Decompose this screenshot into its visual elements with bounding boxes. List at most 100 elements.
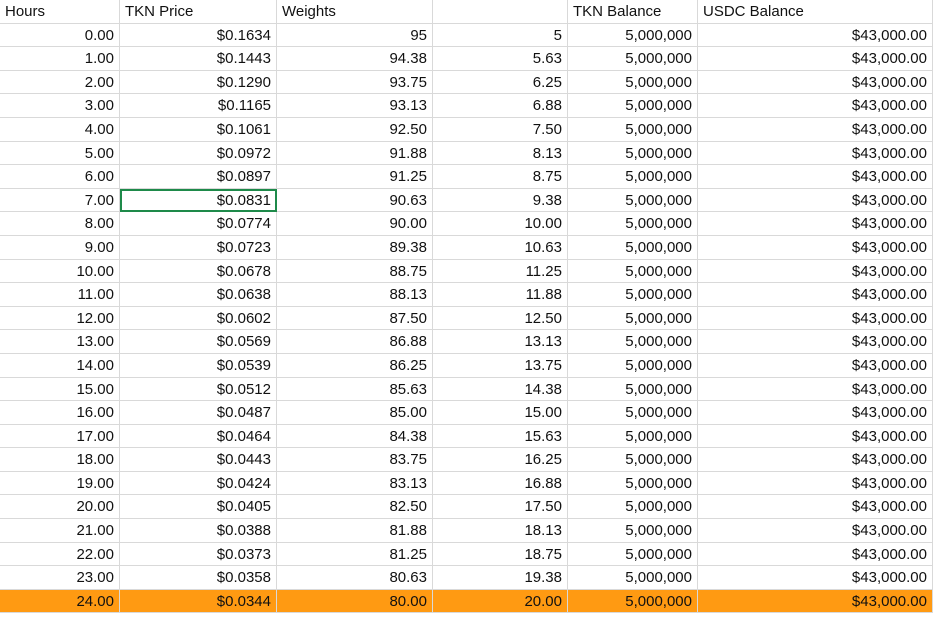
cell-weight-a[interactable]: 82.50: [277, 495, 433, 520]
cell-tkn-balance[interactable]: 5,000,000: [568, 471, 698, 496]
cell-weight-a[interactable]: 90.00: [277, 212, 433, 236]
cell-weight-b[interactable]: 12.50: [433, 306, 568, 331]
cell-weight-a[interactable]: 93.75: [277, 70, 433, 95]
cell-hours[interactable]: 23.00: [0, 566, 120, 590]
header-blank[interactable]: [433, 0, 568, 24]
cell-hours[interactable]: 18.00: [0, 448, 120, 472]
cell-hours[interactable]: 2.00: [0, 70, 120, 95]
cell-weight-a[interactable]: 85.63: [277, 377, 433, 402]
header-weights[interactable]: Weights: [277, 0, 433, 24]
cell-weight-a[interactable]: 92.50: [277, 117, 433, 142]
cell-hours[interactable]: 13.00: [0, 330, 120, 354]
cell-hours[interactable]: 20.00: [0, 495, 120, 520]
cell-weight-b[interactable]: 13.75: [433, 353, 568, 378]
cell-weight-a[interactable]: 94.38: [277, 47, 433, 71]
cell-weight-a[interactable]: 88.13: [277, 283, 433, 307]
cell-weight-a[interactable]: 91.88: [277, 141, 433, 166]
cell-hours-highlighted[interactable]: 24.00: [0, 589, 120, 614]
cell-weight-a[interactable]: 81.88: [277, 519, 433, 543]
cell-usdc-balance[interactable]: $43,000.00: [698, 448, 933, 472]
cell-weight-b[interactable]: 10.63: [433, 235, 568, 260]
cell-hours[interactable]: 3.00: [0, 94, 120, 118]
cell-usdc-balance[interactable]: $43,000.00: [698, 94, 933, 118]
cell-tkn-balance[interactable]: 5,000,000: [568, 165, 698, 189]
cell-tkn-balance[interactable]: 5,000,000: [568, 519, 698, 543]
cell-usdc-balance[interactable]: $43,000.00: [698, 165, 933, 189]
cell-tkn-price[interactable]: $0.0602: [120, 306, 277, 331]
cell-tkn-price[interactable]: $0.1165: [120, 94, 277, 118]
cell-tkn-price[interactable]: $0.0388: [120, 519, 277, 543]
cell-weight-b[interactable]: 9.38: [433, 188, 568, 213]
cell-weight-a[interactable]: 88.75: [277, 259, 433, 284]
cell-tkn-balance[interactable]: 5,000,000: [568, 23, 698, 48]
cell-tkn-price[interactable]: $0.0512: [120, 377, 277, 402]
cell-usdc-balance[interactable]: $43,000.00: [698, 377, 933, 402]
cell-weight-a[interactable]: 86.25: [277, 353, 433, 378]
cell-tkn-price[interactable]: $0.0638: [120, 283, 277, 307]
cell-tkn-balance[interactable]: 5,000,000: [568, 259, 698, 284]
cell-weight-a[interactable]: 90.63: [277, 188, 433, 213]
cell-weight-b[interactable]: 18.13: [433, 519, 568, 543]
cell-weight-b[interactable]: 17.50: [433, 495, 568, 520]
cell-weight-a[interactable]: 91.25: [277, 165, 433, 189]
cell-usdc-balance[interactable]: $43,000.00: [698, 235, 933, 260]
cell-hours[interactable]: 17.00: [0, 424, 120, 449]
cell-usdc-balance[interactable]: $43,000.00: [698, 47, 933, 71]
cell-usdc-balance[interactable]: $43,000.00: [698, 401, 933, 425]
cell-tkn-price[interactable]: $0.1061: [120, 117, 277, 142]
cell-hours[interactable]: 16.00: [0, 401, 120, 425]
cell-tkn-balance-highlighted[interactable]: 5,000,000: [568, 589, 698, 614]
cell-usdc-balance[interactable]: $43,000.00: [698, 212, 933, 236]
cell-usdc-balance[interactable]: $43,000.00: [698, 353, 933, 378]
cell-tkn-price[interactable]: $0.0373: [120, 542, 277, 567]
cell-tkn-price[interactable]: $0.1443: [120, 47, 277, 71]
cell-tkn-price[interactable]: $0.0897: [120, 165, 277, 189]
cell-hours[interactable]: 15.00: [0, 377, 120, 402]
cell-hours[interactable]: 5.00: [0, 141, 120, 166]
cell-tkn-price-highlighted[interactable]: $0.0344: [120, 589, 277, 614]
cell-tkn-balance[interactable]: 5,000,000: [568, 330, 698, 354]
cell-tkn-balance[interactable]: 5,000,000: [568, 401, 698, 425]
cell-weight-b[interactable]: 14.38: [433, 377, 568, 402]
cell-tkn-price[interactable]: $0.0972: [120, 141, 277, 166]
cell-tkn-balance[interactable]: 5,000,000: [568, 306, 698, 331]
cell-tkn-balance[interactable]: 5,000,000: [568, 47, 698, 71]
cell-weight-b[interactable]: 18.75: [433, 542, 568, 567]
cell-tkn-balance[interactable]: 5,000,000: [568, 94, 698, 118]
cell-tkn-price[interactable]: $0.0464: [120, 424, 277, 449]
cell-tkn-balance[interactable]: 5,000,000: [568, 141, 698, 166]
cell-weight-a[interactable]: 83.13: [277, 471, 433, 496]
cell-tkn-balance[interactable]: 5,000,000: [568, 424, 698, 449]
header-tkn-balance[interactable]: TKN Balance: [568, 0, 698, 24]
cell-weight-b[interactable]: 16.88: [433, 471, 568, 496]
cell-weight-b[interactable]: 6.25: [433, 70, 568, 95]
cell-hours[interactable]: 9.00: [0, 235, 120, 260]
cell-weight-a[interactable]: 83.75: [277, 448, 433, 472]
cell-weight-b[interactable]: 11.25: [433, 259, 568, 284]
cell-weight-b[interactable]: 6.88: [433, 94, 568, 118]
cell-usdc-balance[interactable]: $43,000.00: [698, 542, 933, 567]
cell-weight-a[interactable]: 87.50: [277, 306, 433, 331]
cell-tkn-price[interactable]: $0.1290: [120, 70, 277, 95]
cell-usdc-balance[interactable]: $43,000.00: [698, 117, 933, 142]
cell-tkn-balance[interactable]: 5,000,000: [568, 353, 698, 378]
cell-hours[interactable]: 11.00: [0, 283, 120, 307]
cell-tkn-balance[interactable]: 5,000,000: [568, 188, 698, 213]
cell-usdc-balance[interactable]: $43,000.00: [698, 259, 933, 284]
cell-usdc-balance[interactable]: $43,000.00: [698, 519, 933, 543]
cell-tkn-price[interactable]: $0.0678: [120, 259, 277, 284]
cell-usdc-balance[interactable]: $43,000.00: [698, 23, 933, 48]
cell-hours[interactable]: 12.00: [0, 306, 120, 331]
cell-tkn-balance[interactable]: 5,000,000: [568, 377, 698, 402]
cell-weight-b[interactable]: 8.13: [433, 141, 568, 166]
cell-weight-a[interactable]: 84.38: [277, 424, 433, 449]
cell-usdc-balance[interactable]: $43,000.00: [698, 495, 933, 520]
cell-tkn-price-selected[interactable]: $0.0831: [120, 188, 277, 213]
header-hours[interactable]: Hours: [0, 0, 120, 24]
cell-hours[interactable]: 0.00: [0, 23, 120, 48]
cell-tkn-balance[interactable]: 5,000,000: [568, 117, 698, 142]
cell-weight-b[interactable]: 5: [433, 23, 568, 48]
cell-weight-a[interactable]: 89.38: [277, 235, 433, 260]
cell-hours[interactable]: 1.00: [0, 47, 120, 71]
cell-usdc-balance-highlighted[interactable]: $43,000.00: [698, 589, 933, 614]
